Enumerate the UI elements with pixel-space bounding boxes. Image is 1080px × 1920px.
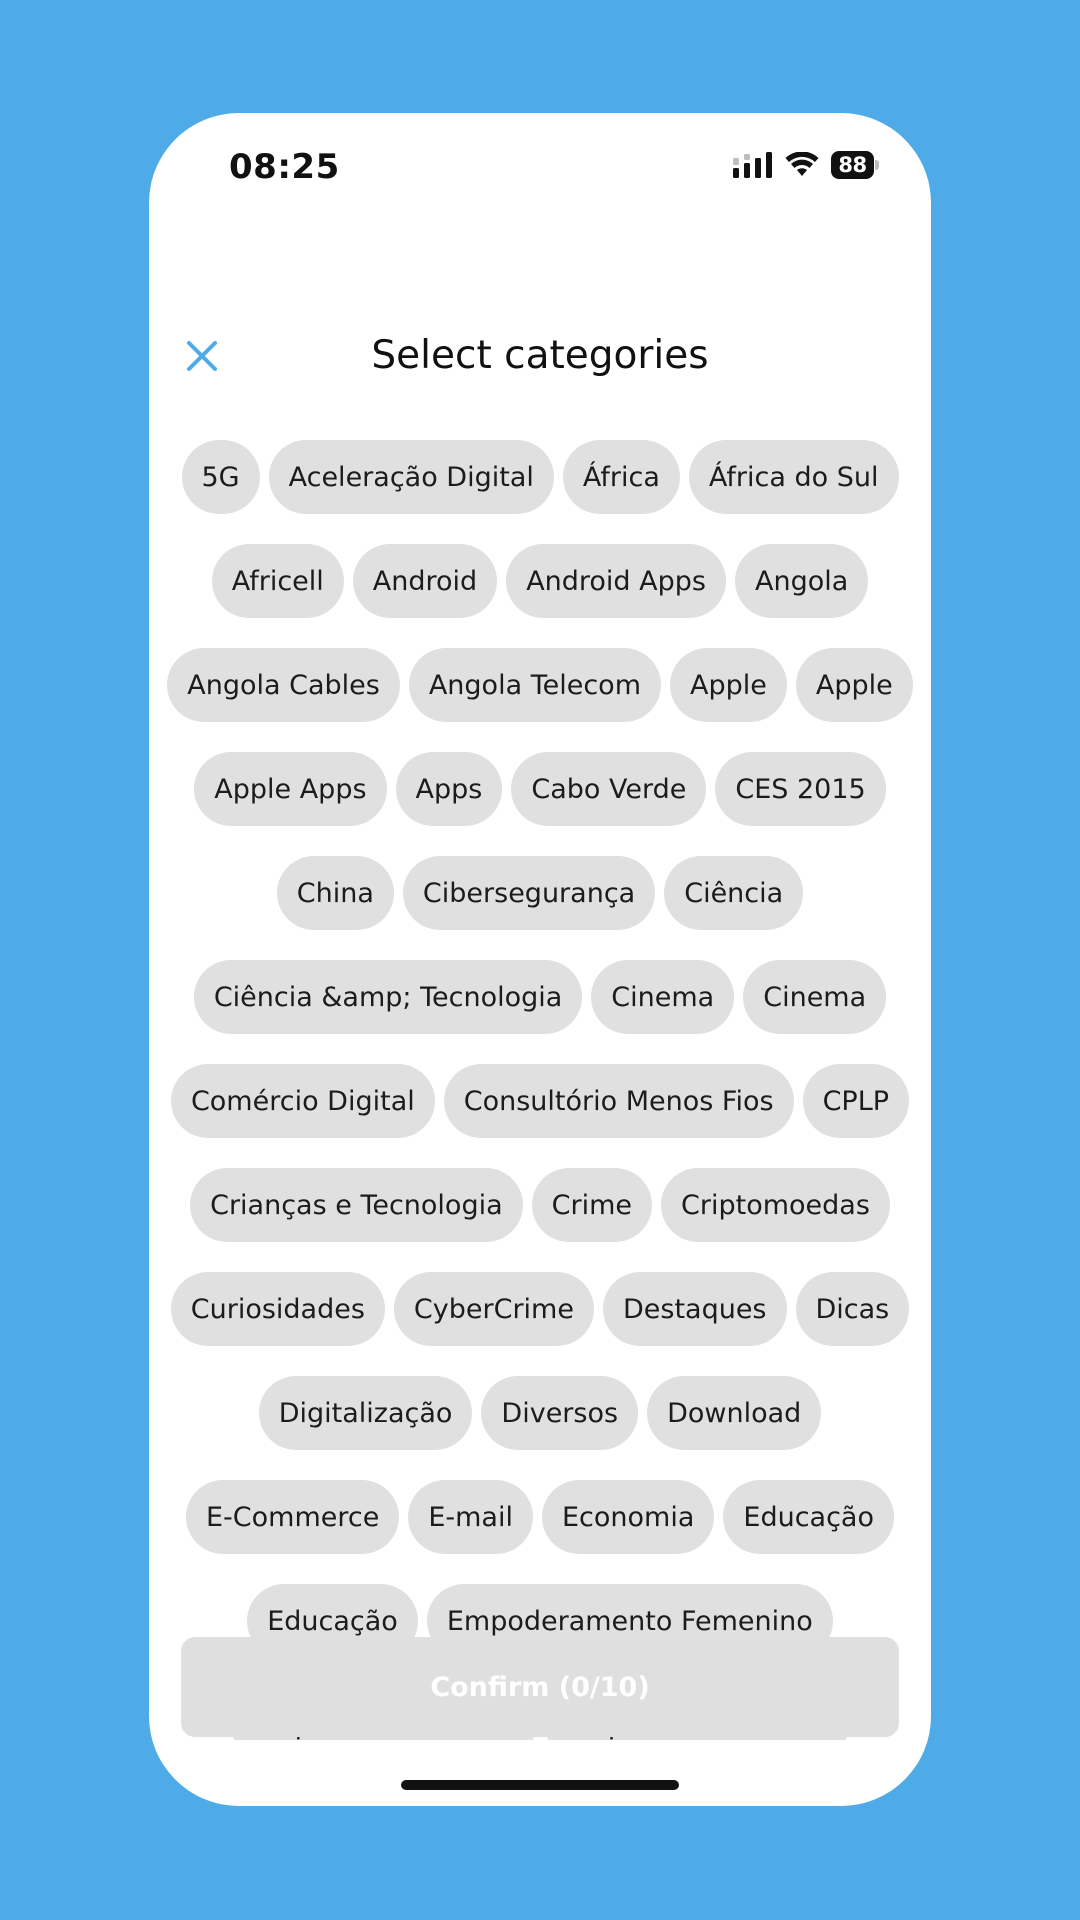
chip-row: Ciência &amp; Tecnologia Cinema Cinema <box>149 960 931 1034</box>
chip-row: Digitalização Diversos Download <box>149 1376 931 1450</box>
chip-row: Apple Apps Apps Cabo Verde CES 2015 <box>149 752 931 826</box>
phone-screen: 08:25 88 Select categories 5G Aceleração… <box>149 113 931 1806</box>
category-chip[interactable]: Angola Cables <box>167 648 400 722</box>
chip-row: Africell Android Android Apps Angola <box>149 544 931 618</box>
category-chip[interactable]: Digitalização <box>258 1376 473 1450</box>
page-title: Select categories <box>371 333 709 378</box>
category-chip[interactable]: Angola <box>734 544 869 618</box>
category-chip[interactable]: Android <box>352 544 498 618</box>
chip-row: Angola Cables Angola Telecom Apple Apple <box>149 648 931 722</box>
chip-row: E-Commerce E-mail Economia Educação <box>149 1480 931 1554</box>
category-chip[interactable]: CES 2015 <box>715 752 886 826</box>
category-chip[interactable]: Economia <box>541 1480 715 1554</box>
category-chip[interactable]: E-Commerce <box>185 1480 400 1554</box>
chip-row: Curiosidades CyberCrime Destaques Dicas <box>149 1272 931 1346</box>
signal-icon <box>733 152 772 178</box>
chip-row: Comércio Digital Consultório Menos Fios CP… <box>149 1064 931 1138</box>
category-chip[interactable]: Apple <box>670 648 787 722</box>
status-time: 08:25 <box>229 147 340 187</box>
category-chip[interactable]: África do Sul <box>688 440 899 514</box>
category-chip[interactable]: CPLP <box>802 1064 910 1138</box>
category-chip[interactable]: Angola Telecom <box>408 648 661 722</box>
category-chip[interactable]: Download <box>647 1376 822 1450</box>
category-chip[interactable]: Aceleração Digital <box>268 440 554 514</box>
category-chip[interactable]: Apple <box>795 648 913 722</box>
confirm-button[interactable]: Confirm (0/10) <box>181 1637 899 1737</box>
home-indicator <box>401 1780 679 1790</box>
category-chip[interactable]: Destaques <box>602 1272 787 1346</box>
category-chips: 5G Aceleração Digital África África do Sul A… <box>149 440 931 1740</box>
category-chip[interactable]: África <box>562 440 680 514</box>
category-chip[interactable]: Ciência &amp; Tecnologia <box>193 960 583 1034</box>
category-chip[interactable]: Cinema <box>743 960 887 1034</box>
close-icon <box>187 341 217 371</box>
category-chip[interactable]: Consultório Menos Fios <box>443 1064 794 1138</box>
category-chip[interactable]: China <box>276 856 394 930</box>
category-chip[interactable]: Africell <box>211 544 344 618</box>
category-chip[interactable]: CyberCrime <box>393 1272 594 1346</box>
category-chip[interactable]: Apps <box>395 752 503 826</box>
category-chip[interactable]: Apple Apps <box>194 752 387 826</box>
header: Select categories <box>149 321 931 391</box>
category-chip[interactable]: Ciência <box>664 856 804 930</box>
category-chip[interactable]: 5G <box>181 440 260 514</box>
category-chip[interactable]: Android Apps <box>506 544 726 618</box>
category-chip[interactable]: Cabo Verde <box>511 752 707 826</box>
category-chip[interactable]: Diversos <box>481 1376 639 1450</box>
status-bar: 08:25 88 <box>149 113 931 223</box>
category-chip[interactable]: Cinema <box>591 960 735 1034</box>
category-chip[interactable]: E-mail <box>408 1480 533 1554</box>
category-chip[interactable]: Comércio Digital <box>170 1064 435 1138</box>
category-chip[interactable]: Crime <box>531 1168 653 1242</box>
battery-level: 88 <box>831 151 875 179</box>
category-chip[interactable]: Educação <box>723 1480 895 1554</box>
chip-row: Crianças e Tecnologia Crime Criptomoedas <box>149 1168 931 1242</box>
category-chip[interactable]: Dicas <box>795 1272 910 1346</box>
close-button[interactable] <box>183 337 221 375</box>
category-chip[interactable]: Crianças e Tecnologia <box>190 1168 523 1242</box>
wifi-icon <box>785 152 819 176</box>
category-chip[interactable]: Cibersegurança <box>402 856 656 930</box>
category-chip[interactable]: Curiosidades <box>170 1272 385 1346</box>
chip-row: China Cibersegurança Ciência <box>149 856 931 930</box>
battery-icon: 88 <box>831 151 879 179</box>
chip-row: 5G Aceleração Digital África África do Sul <box>149 440 931 514</box>
status-icons: 88 <box>733 151 879 179</box>
category-chip[interactable]: Criptomoedas <box>661 1168 890 1242</box>
